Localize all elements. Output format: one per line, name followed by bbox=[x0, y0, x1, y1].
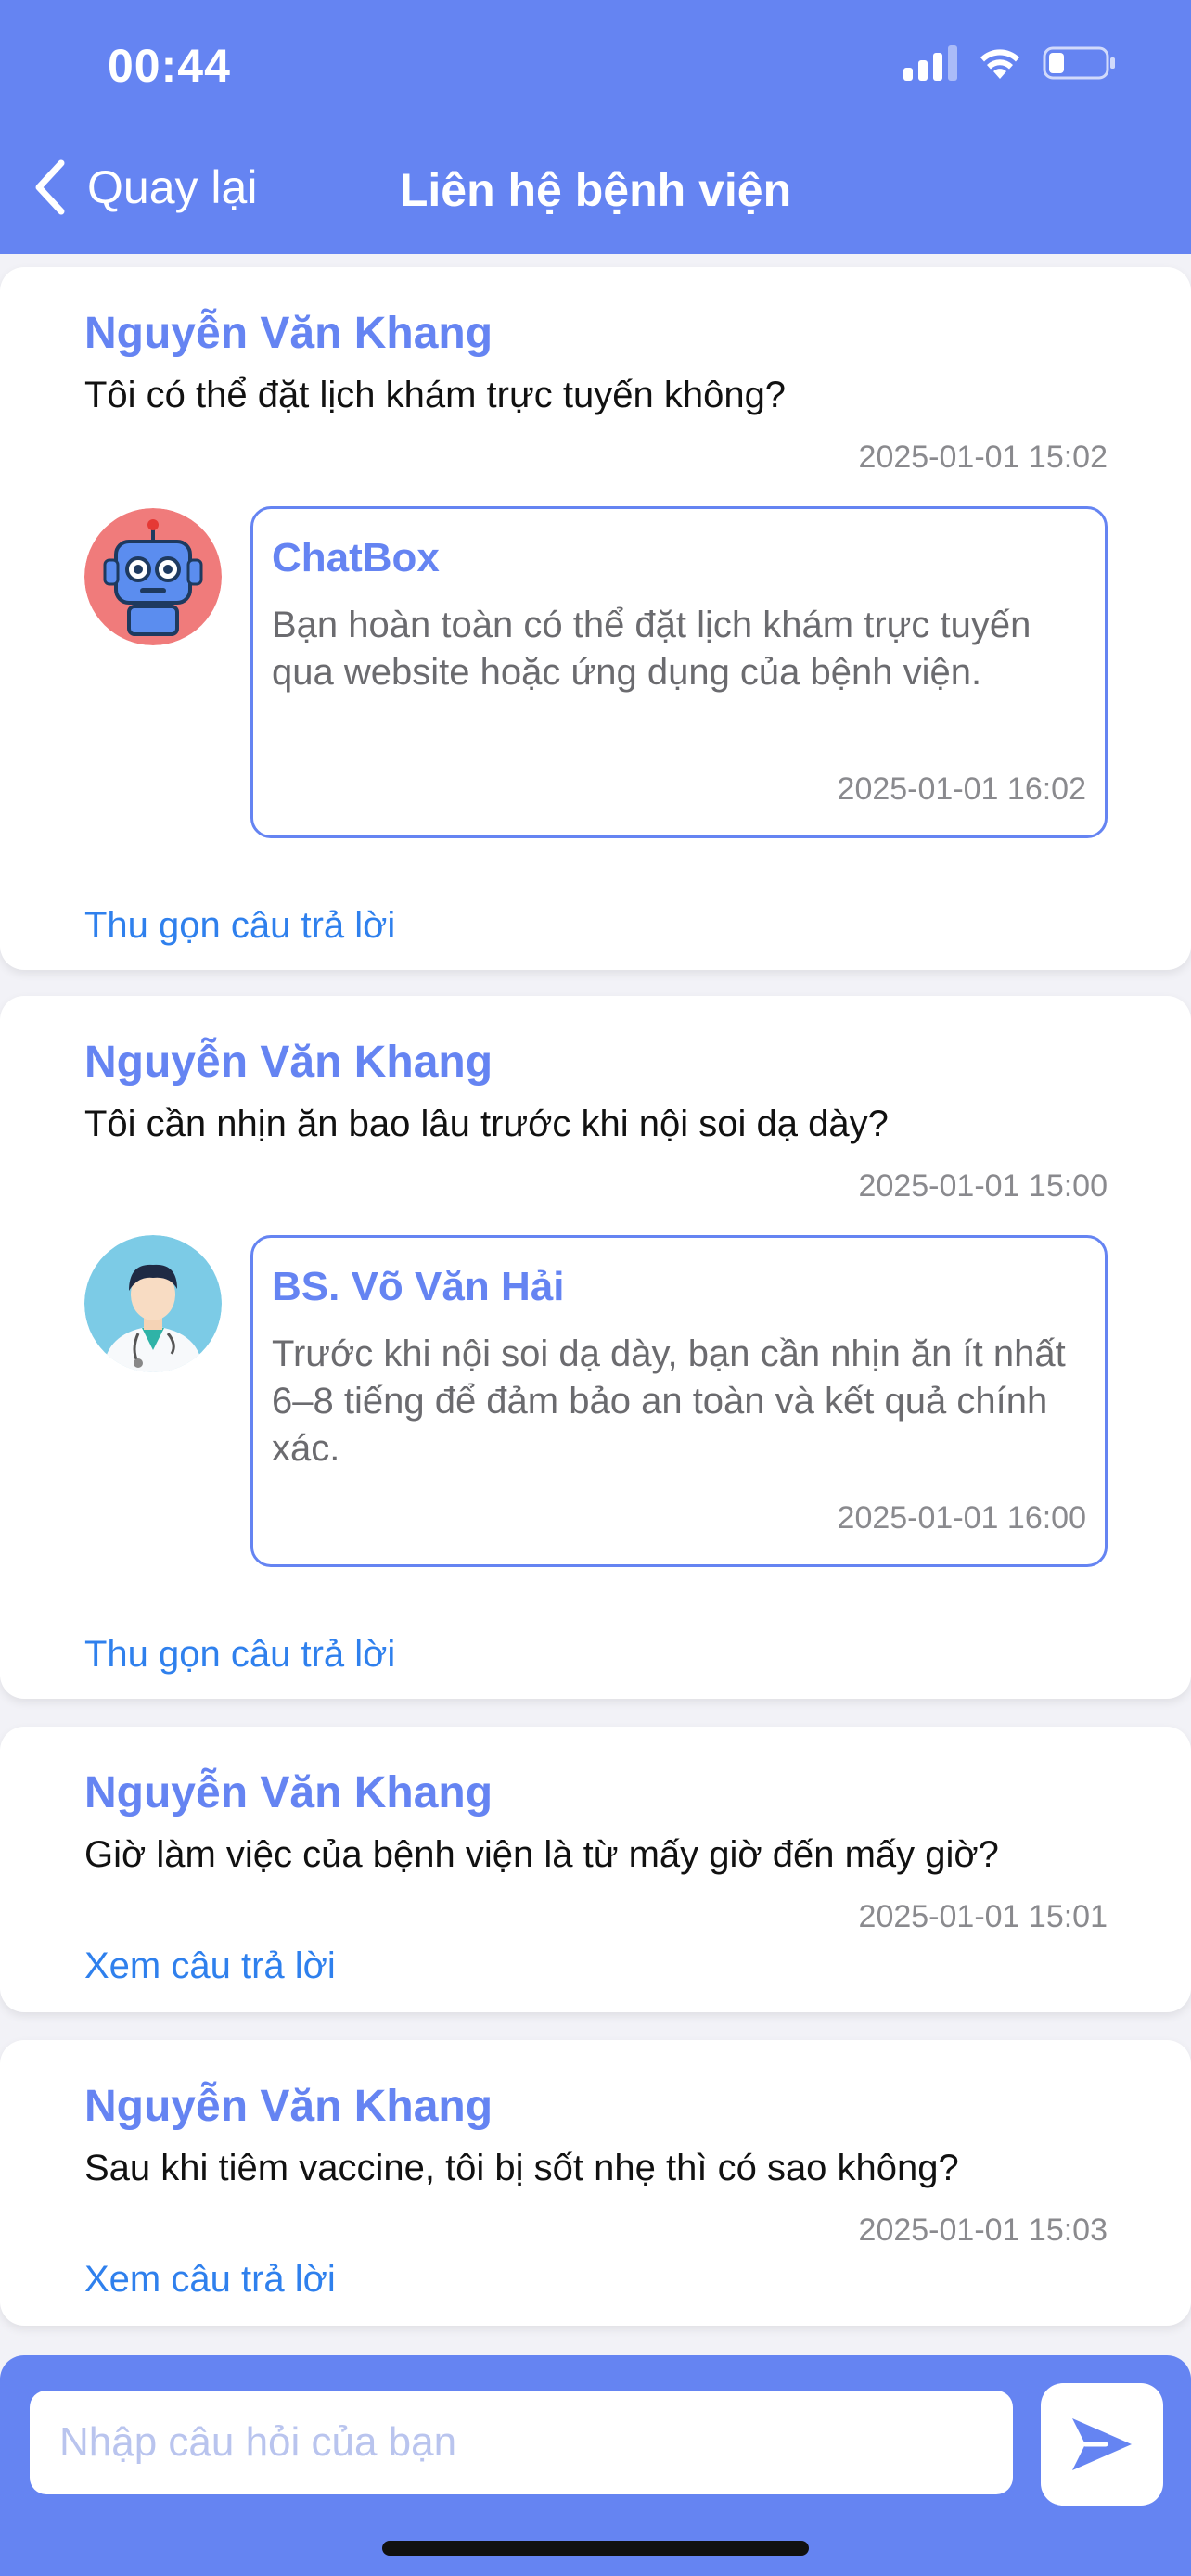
responder-name: BS. Võ Văn Hải bbox=[272, 1264, 565, 1309]
collapse-answer-link[interactable]: Thu gọn câu trả lời bbox=[84, 905, 395, 947]
question-text: Giờ làm việc của bệnh viện là từ mấy giờ… bbox=[84, 1834, 999, 1875]
answer-text: Bạn hoàn toàn có thể đặt lịch khám trực … bbox=[272, 605, 1031, 693]
question-timestamp: 2025-01-01 15:02 bbox=[858, 440, 1108, 475]
responder-name: ChatBox bbox=[272, 535, 440, 580]
question-text: Tôi cần nhịn ăn bao lâu trước khi nội so… bbox=[84, 1103, 889, 1144]
home-indicator bbox=[382, 2541, 809, 2556]
answer-bubble: ChatBox Bạn hoàn toàn có thể đặt lịch kh… bbox=[250, 506, 1108, 838]
question-feed[interactable]: Nguyễn Văn Khang Tôi có thể đặt lịch khá… bbox=[0, 254, 1191, 2355]
answer-timestamp: 2025-01-01 16:02 bbox=[837, 772, 1086, 807]
question-card: Nguyễn Văn Khang Tôi có thể đặt lịch khá… bbox=[0, 267, 1191, 970]
send-icon bbox=[1072, 2418, 1132, 2470]
app-header: 00:44 Quay lại Liên hệ bệnh viện bbox=[0, 0, 1191, 254]
question-card: Nguyễn Văn Khang Giờ làm việc của bệnh v… bbox=[0, 1727, 1191, 2012]
question-card: Nguyễn Văn Khang Tôi cần nhịn ăn bao lâu… bbox=[0, 996, 1191, 1699]
view-answer-link[interactable]: Xem câu trả lời bbox=[84, 2259, 336, 2301]
answer-bubble: BS. Võ Văn Hải Trước khi nội soi dạ dày,… bbox=[250, 1235, 1108, 1567]
page-title: Liên hệ bệnh viện bbox=[399, 164, 792, 216]
question-text: Sau khi tiêm vaccine, tôi bị sốt nhẹ thì… bbox=[84, 2148, 959, 2188]
status-time: 00:44 bbox=[108, 40, 231, 92]
doctor-avatar bbox=[84, 1235, 222, 1372]
question-text: Tôi có thể đặt lịch khám trực tuyến khôn… bbox=[84, 375, 787, 415]
wifi-icon bbox=[978, 45, 1022, 81]
question-card: Nguyễn Văn Khang Sau khi tiêm vaccine, t… bbox=[0, 2040, 1191, 2326]
question-timestamp: 2025-01-01 15:00 bbox=[858, 1168, 1108, 1204]
robot-avatar bbox=[84, 508, 222, 645]
collapse-answer-link[interactable]: Thu gọn câu trả lời bbox=[84, 1634, 395, 1676]
question-input[interactable] bbox=[30, 2391, 1013, 2494]
question-timestamp: 2025-01-01 15:01 bbox=[858, 1899, 1108, 1934]
battery-icon bbox=[1043, 45, 1117, 82]
asker-name: Nguyễn Văn Khang bbox=[84, 309, 493, 358]
answer-timestamp: 2025-01-01 16:00 bbox=[837, 1500, 1086, 1536]
asker-name: Nguyễn Văn Khang bbox=[84, 1038, 493, 1087]
view-answer-link[interactable]: Xem câu trả lời bbox=[84, 1945, 336, 1987]
asker-name: Nguyễn Văn Khang bbox=[84, 1768, 493, 1817]
send-button[interactable] bbox=[1041, 2383, 1163, 2506]
asker-name: Nguyễn Văn Khang bbox=[84, 2082, 493, 2131]
answer-text: Trước khi nội soi dạ dày, bạn cần nhịn ă… bbox=[272, 1333, 1066, 1469]
status-icons bbox=[903, 45, 1117, 82]
signal-icon bbox=[903, 45, 957, 81]
question-timestamp: 2025-01-01 15:03 bbox=[858, 2213, 1108, 2248]
